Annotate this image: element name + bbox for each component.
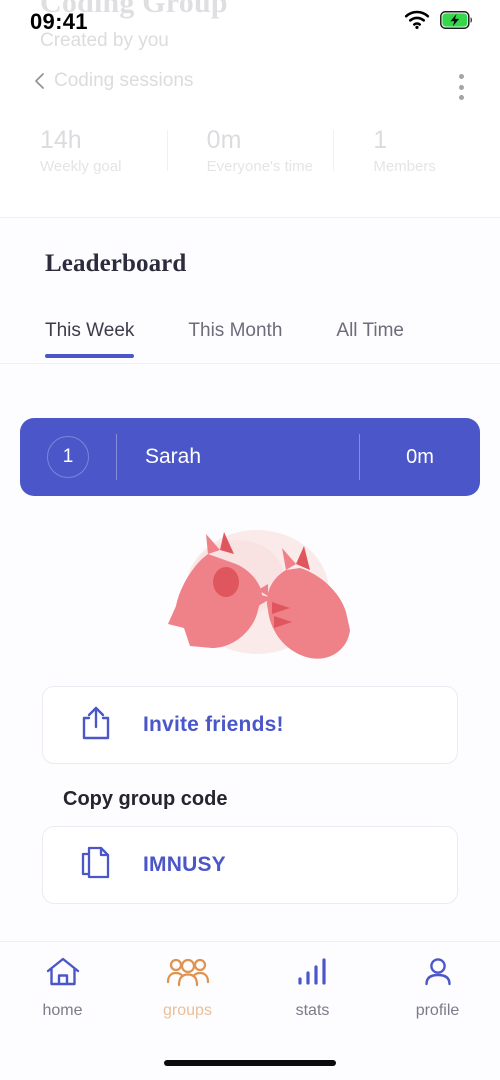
people-icon bbox=[166, 956, 210, 993]
leaderboard-row[interactable]: 1 Sarah 0m bbox=[20, 418, 480, 496]
home-icon bbox=[45, 956, 81, 993]
back-label: Coding sessions bbox=[54, 70, 194, 91]
nav-item-groups[interactable]: groups bbox=[125, 956, 250, 1020]
group-title: Coding Group bbox=[40, 0, 228, 19]
app-screen: Coding Group Created by you Coding sessi… bbox=[0, 0, 500, 1080]
rank-badge: 1 bbox=[20, 436, 116, 478]
person-icon bbox=[421, 956, 455, 993]
stat-everyones-time: 0m Everyone's time bbox=[166, 126, 334, 175]
stat-members: 1 Members bbox=[333, 126, 500, 175]
header-divider bbox=[0, 217, 500, 218]
stat-value: 1 bbox=[373, 126, 388, 154]
chevron-left-icon bbox=[30, 71, 50, 91]
stat-label: Members bbox=[373, 157, 436, 175]
nav-label-profile: profile bbox=[415, 1002, 460, 1019]
stat-value: 0m bbox=[206, 126, 242, 154]
tabs-divider bbox=[0, 363, 500, 364]
share-icon bbox=[79, 704, 113, 747]
invite-friends-button[interactable]: Invite friends! bbox=[42, 686, 458, 764]
invite-friends-label: Invite friends! bbox=[143, 713, 284, 736]
tab-all-time[interactable]: All Time bbox=[336, 320, 404, 358]
nav-label-stats: stats bbox=[295, 1002, 330, 1019]
stat-label: Everyone's time bbox=[206, 157, 313, 175]
nav-item-profile[interactable]: profile bbox=[375, 956, 500, 1020]
dog-and-cat-illustration bbox=[150, 520, 360, 680]
tab-this-month[interactable]: This Month bbox=[188, 320, 282, 358]
group-stats-row: 14h Weekly goal 0m Everyone's time 1 Mem… bbox=[0, 126, 500, 175]
leaderboard-tabs: This Week This Month All Time bbox=[45, 320, 404, 358]
copy-icon bbox=[79, 844, 113, 887]
nav-label-groups: groups bbox=[163, 1002, 212, 1019]
member-name: Sarah bbox=[145, 445, 202, 468]
nav-item-stats[interactable]: stats bbox=[250, 956, 375, 1020]
copy-group-code-button[interactable]: IMNUSY bbox=[42, 826, 458, 904]
bar-chart-icon bbox=[296, 956, 330, 993]
bottom-nav: home groups stats profile bbox=[0, 942, 500, 1040]
back-button[interactable]: Coding sessions bbox=[30, 70, 193, 92]
page-title: Leaderboard bbox=[45, 250, 187, 277]
tab-this-week[interactable]: This Week bbox=[45, 320, 135, 358]
stat-value: 14h bbox=[40, 126, 82, 154]
group-code-value: IMNUSY bbox=[143, 853, 226, 876]
nav-label-home: home bbox=[42, 1002, 83, 1019]
group-subtitle: Created by you bbox=[40, 30, 169, 51]
copy-group-code-label: Copy group code bbox=[63, 788, 228, 810]
kebab-menu-icon[interactable] bbox=[448, 72, 474, 102]
nav-item-home[interactable]: home bbox=[0, 956, 125, 1020]
stat-label: Weekly goal bbox=[40, 157, 122, 175]
group-header-fading: Coding Group Created by you Coding sessi… bbox=[0, 0, 500, 218]
stat-weekly-goal: 14h Weekly goal bbox=[0, 126, 167, 175]
member-time: 0m bbox=[406, 445, 434, 468]
home-indicator bbox=[164, 1060, 336, 1066]
rank-value: 1 bbox=[47, 436, 89, 478]
